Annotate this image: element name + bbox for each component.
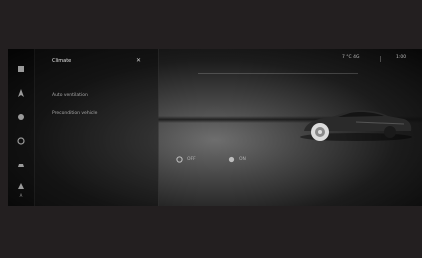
sky-streak <box>198 73 358 74</box>
panel-title: Climate <box>52 58 72 64</box>
control-left-label: OFF <box>187 156 196 162</box>
status-time: 1:00 <box>396 55 407 60</box>
close-icon[interactable]: ✕ <box>136 58 141 64</box>
car-icon[interactable] <box>17 161 25 169</box>
home-icon[interactable] <box>17 65 25 73</box>
rail-bottom-label: A <box>19 193 23 198</box>
fan-icon <box>228 156 235 162</box>
car-image <box>300 110 412 141</box>
control-right[interactable]: ON <box>228 155 246 163</box>
panel-header: Climate ✕ <box>35 57 158 69</box>
panel-item-precondition[interactable]: Precondition vehicle <box>52 111 97 116</box>
media-icon[interactable] <box>17 113 25 121</box>
control-left[interactable]: OFF <box>176 155 196 163</box>
navigation-icon[interactable] <box>17 89 25 97</box>
panel-item-auto-ventilation[interactable]: Auto ventilation <box>52 93 88 98</box>
power-icon <box>176 155 183 163</box>
status-temperature-signal: 7 °C 4G <box>342 55 360 60</box>
status-separator <box>380 56 381 62</box>
apps-icon[interactable] <box>17 182 25 190</box>
control-right-label: ON <box>239 156 246 162</box>
phone-icon[interactable] <box>17 137 25 145</box>
navigation-rail: A <box>8 49 35 206</box>
infotainment-screen: A Climate ✕ Auto ventilation Preconditio… <box>8 49 422 206</box>
side-panel: Climate ✕ Auto ventilation Precondition … <box>35 49 159 206</box>
